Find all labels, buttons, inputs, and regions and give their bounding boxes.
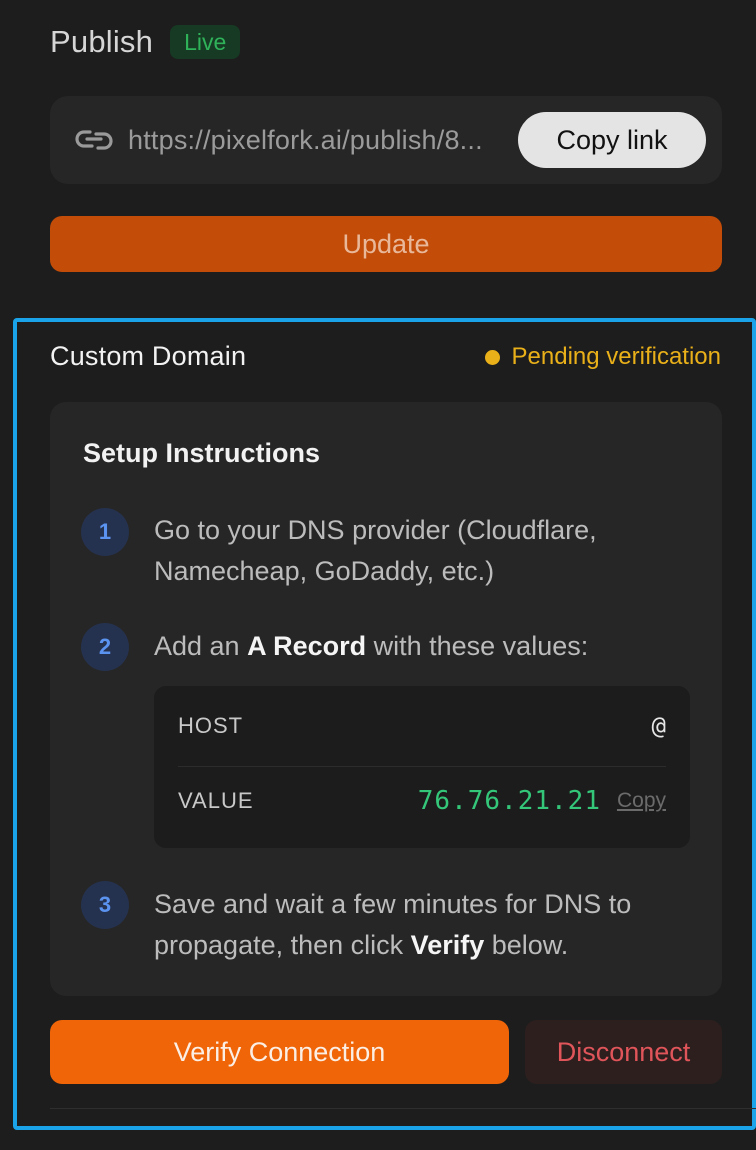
dns-host-value[interactable]: @ [652, 712, 666, 740]
dns-value-label: VALUE [178, 788, 254, 813]
published-url[interactable]: https://pixelfork.ai/publish/8... [128, 125, 513, 156]
step-2-text-bold: A Record [247, 631, 367, 661]
step-2-text: Add an A Record with these values: [154, 626, 694, 667]
step-1-text: Go to your DNS provider (Cloudflare, Nam… [154, 515, 597, 586]
dns-row-divider [178, 766, 666, 767]
step-number-1: 1 [81, 508, 129, 556]
setup-instructions-title: Setup Instructions [83, 438, 321, 468]
dns-ip-value[interactable]: 76.76.21.21 [418, 786, 601, 816]
verify-connection-button[interactable]: Verify Connection [50, 1020, 509, 1084]
dns-value-group: 76.76.21.21 Copy [418, 786, 666, 816]
publish-title: Publish [50, 24, 154, 59]
dns-host-row: HOST @ [178, 712, 666, 740]
step-number-3: 3 [81, 881, 129, 929]
publish-header: Publish Live [50, 22, 241, 62]
dns-value-row: VALUE 76.76.21.21 Copy [178, 786, 666, 816]
dns-record-box: HOST @ VALUE 76.76.21.21 Copy [154, 686, 690, 848]
step-2-text-after: with these values: [366, 631, 589, 661]
step-number-2: 2 [81, 623, 129, 671]
step-3-text: Save and wait a few minutes for DNS to p… [154, 884, 694, 966]
dns-host-label: HOST [178, 713, 244, 738]
setup-instructions-card: Setup Instructions 1 Go to your DNS prov… [50, 402, 722, 996]
status-dot-icon [484, 349, 500, 365]
section-divider [50, 1108, 756, 1109]
verification-status-label: Pending verification [511, 343, 721, 370]
copy-link-button[interactable]: Copy link [518, 112, 706, 168]
published-link-box: https://pixelfork.ai/publish/8... Copy l… [50, 96, 722, 184]
step-3-text-after: below. [484, 930, 569, 960]
live-status-badge: Live [170, 25, 241, 59]
custom-domain-title: Custom Domain [50, 341, 247, 371]
link-chain-icon [74, 125, 114, 155]
step-3-text-bold: Verify [410, 930, 485, 960]
step-2-text-before: Add an [154, 631, 248, 661]
update-button[interactable]: Update [50, 216, 722, 272]
verification-status: Pending verification [484, 343, 721, 371]
copy-ip-link[interactable]: Copy [617, 789, 666, 813]
disconnect-button[interactable]: Disconnect [525, 1020, 722, 1084]
